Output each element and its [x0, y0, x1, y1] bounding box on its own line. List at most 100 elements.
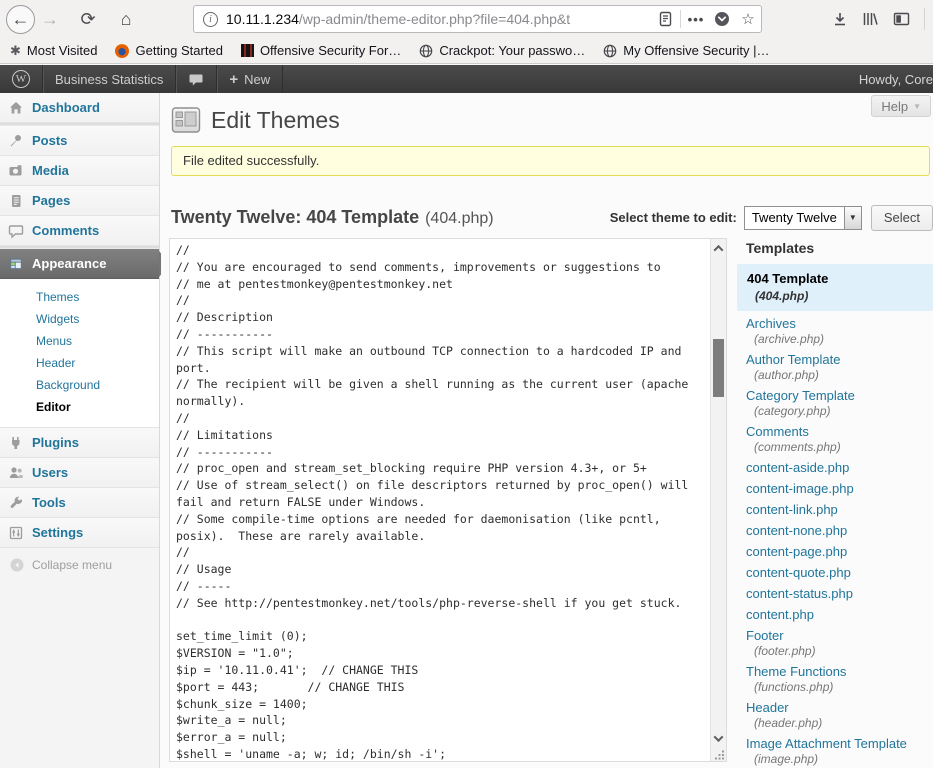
urlbar-separator — [680, 10, 681, 28]
theme-select-dropdown[interactable]: Twenty Twelve ▼ — [744, 206, 862, 230]
template-item: content-link.php — [737, 502, 933, 518]
collapse-menu-button[interactable]: Collapse menu — [0, 557, 159, 573]
plugins-icon — [8, 435, 24, 451]
template-file: (footer.php) — [746, 644, 933, 659]
template-item: content-quote.php — [737, 565, 933, 581]
template-item: Header (header.php) — [737, 700, 933, 731]
submenu-item-header[interactable]: Header — [36, 352, 159, 374]
template-link[interactable]: Header — [746, 700, 933, 716]
page-actions-icon[interactable]: ••• — [683, 12, 709, 27]
template-link[interactable]: content-link.php — [746, 502, 933, 518]
comments-bubble-icon — [188, 72, 204, 87]
submenu-item-background[interactable]: Background — [36, 374, 159, 396]
template-item-current[interactable]: 404 Template (404.php) — [737, 264, 933, 311]
template-file: (image.php) — [746, 752, 933, 767]
sidebar-item-label: Media — [32, 163, 69, 178]
new-content-menu[interactable]: + New — [217, 65, 283, 93]
chevron-down-icon: ▼ — [913, 102, 921, 111]
submenu-item-menus[interactable]: Menus — [36, 330, 159, 352]
site-name-menu[interactable]: Business Statistics — [43, 65, 176, 93]
page-header: Edit Themes — [171, 106, 340, 134]
template-item: content-page.php — [737, 544, 933, 560]
sidebar-toggle-icon[interactable] — [893, 11, 910, 27]
pocket-icon[interactable] — [709, 11, 735, 27]
site-name: Business Statistics — [55, 72, 163, 87]
comments-menu[interactable] — [176, 65, 217, 93]
template-link[interactable]: Comments — [746, 424, 933, 440]
most-visited-icon: ✱ — [10, 43, 21, 59]
template-link[interactable]: content-page.php — [746, 544, 933, 560]
sidebar-item-posts[interactable]: Posts — [0, 126, 159, 156]
template-link[interactable]: Image Attachment Template — [746, 736, 933, 752]
home-icon[interactable]: ⌂ — [111, 4, 141, 34]
bookmark-getting-started[interactable]: Getting Started — [115, 43, 222, 58]
template-link[interactable]: content-aside.php — [746, 460, 933, 476]
bookmark-star-icon[interactable]: ☆ — [735, 10, 761, 28]
bookmark-offensive-security[interactable]: Offensive Security For… — [241, 43, 401, 58]
template-item: content-aside.php — [737, 460, 933, 476]
submenu-item-editor[interactable]: Editor — [36, 396, 159, 418]
back-icon[interactable]: ← — [6, 5, 35, 34]
firefox-icon — [115, 44, 129, 58]
template-link[interactable]: content-quote.php — [746, 565, 933, 581]
code-editor[interactable]: // // You are encouraged to send comment… — [169, 238, 727, 762]
sidebar-item-media[interactable]: Media — [0, 156, 159, 186]
new-label: New — [244, 72, 270, 87]
wp-main-content: Help ▼ Edit Themes File edited successfu… — [161, 93, 933, 768]
sidebar-item-users[interactable]: Users — [0, 458, 159, 488]
sidebar-item-pages[interactable]: Pages — [0, 186, 159, 216]
forward-icon[interactable]: → — [35, 4, 65, 34]
editor-scrollbar[interactable] — [710, 239, 726, 761]
toolbar-right-icons — [832, 0, 925, 38]
url-host: 10.11.1.234 — [226, 11, 299, 27]
library-icon[interactable] — [862, 11, 879, 27]
bookmark-my-offensive-security[interactable]: My Offensive Security |… — [603, 43, 769, 58]
template-link[interactable]: Author Template — [746, 352, 933, 368]
success-notice: File edited successfully. — [171, 146, 930, 176]
sidebar-item-appearance[interactable]: Appearance — [0, 249, 159, 279]
reload-icon[interactable]: ⟳ — [73, 4, 103, 34]
page-info-icon[interactable]: i — [203, 12, 218, 27]
url-text: 10.11.1.234/wp-admin/theme-editor.php?fi… — [226, 11, 652, 27]
sidebar-item-label: Dashboard — [32, 100, 100, 115]
sidebar-item-plugins[interactable]: Plugins — [0, 428, 159, 458]
download-icon[interactable] — [832, 11, 848, 27]
scrollbar-thumb[interactable] — [713, 339, 724, 397]
template-link[interactable]: Category Template — [746, 388, 933, 404]
appearance-icon — [8, 256, 24, 272]
submenu-item-widgets[interactable]: Widgets — [36, 308, 159, 330]
template-link[interactable]: Theme Functions — [746, 664, 933, 680]
template-link[interactable]: Archives — [746, 316, 933, 332]
wp-logo-menu[interactable]: W — [0, 65, 43, 93]
select-button-label: Select — [884, 210, 920, 225]
bookmark-crackpot[interactable]: Crackpot: Your passwo… — [419, 43, 585, 58]
sidebar-item-comments[interactable]: Comments — [0, 216, 159, 246]
template-link[interactable]: content.php — [746, 607, 933, 623]
users-icon — [8, 465, 24, 481]
select-theme-button[interactable]: Select — [871, 205, 933, 231]
sidebar-item-dashboard[interactable]: Dashboard — [0, 93, 159, 123]
sidebar-item-settings[interactable]: Settings — [0, 518, 159, 548]
howdy-account-menu[interactable]: Howdy, Core — [859, 65, 933, 93]
globe-icon — [419, 44, 433, 58]
bookmark-most-visited[interactable]: ✱ Most Visited — [10, 43, 97, 59]
url-bar[interactable]: i 10.11.1.234/wp-admin/theme-editor.php?… — [193, 5, 762, 33]
template-link[interactable]: content-status.php — [746, 586, 933, 602]
select-theme-label: Select theme to edit: — [610, 210, 737, 225]
template-link[interactable]: content-image.php — [746, 481, 933, 497]
template-link[interactable]: content-none.php — [746, 523, 933, 539]
sidebar-item-tools[interactable]: Tools — [0, 488, 159, 518]
reader-mode-icon[interactable] — [652, 11, 678, 27]
help-button[interactable]: Help ▼ — [871, 95, 931, 117]
wp-admin-bar: W Business Statistics + New Howdy, Core — [0, 65, 933, 93]
sidebar-item-label: Appearance — [32, 256, 106, 271]
template-item: content-image.php — [737, 481, 933, 497]
template-link[interactable]: Footer — [746, 628, 933, 644]
resize-grip[interactable] — [714, 749, 725, 760]
scroll-up-icon[interactable] — [711, 241, 726, 255]
editor-code[interactable]: // // You are encouraged to send comment… — [170, 239, 710, 761]
scroll-down-icon[interactable] — [711, 731, 726, 745]
submenu-item-themes[interactable]: Themes — [36, 286, 159, 308]
wp-sidebar: Dashboard Posts Media Pages Comments App… — [0, 93, 160, 768]
dropdown-arrow-icon: ▼ — [844, 207, 861, 229]
